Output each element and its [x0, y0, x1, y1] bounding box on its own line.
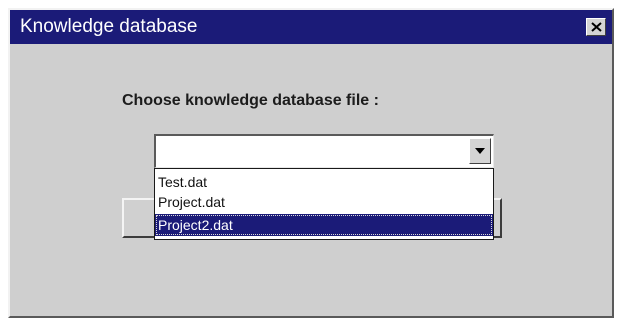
- database-file-combobox[interactable]: [154, 134, 494, 168]
- window-title: Knowledge database: [20, 16, 198, 37]
- chevron-down-icon: [475, 148, 485, 154]
- option-project-dat[interactable]: Project.dat: [155, 192, 493, 212]
- combobox-dropdown-button[interactable]: [469, 138, 491, 164]
- option-test-dat[interactable]: Test.dat: [155, 172, 493, 192]
- choose-file-label: Choose knowledge database file :: [122, 92, 379, 109]
- option-project2-dat[interactable]: Project2.dat: [155, 214, 493, 236]
- dialog-window: Knowledge database Choose knowledge data…: [8, 8, 614, 318]
- file-dropdown-list: Test.dat Project.dat Project2.dat: [154, 168, 494, 240]
- close-icon: [591, 22, 602, 32]
- title-bar[interactable]: Knowledge database: [10, 10, 612, 44]
- close-button[interactable]: [586, 18, 606, 36]
